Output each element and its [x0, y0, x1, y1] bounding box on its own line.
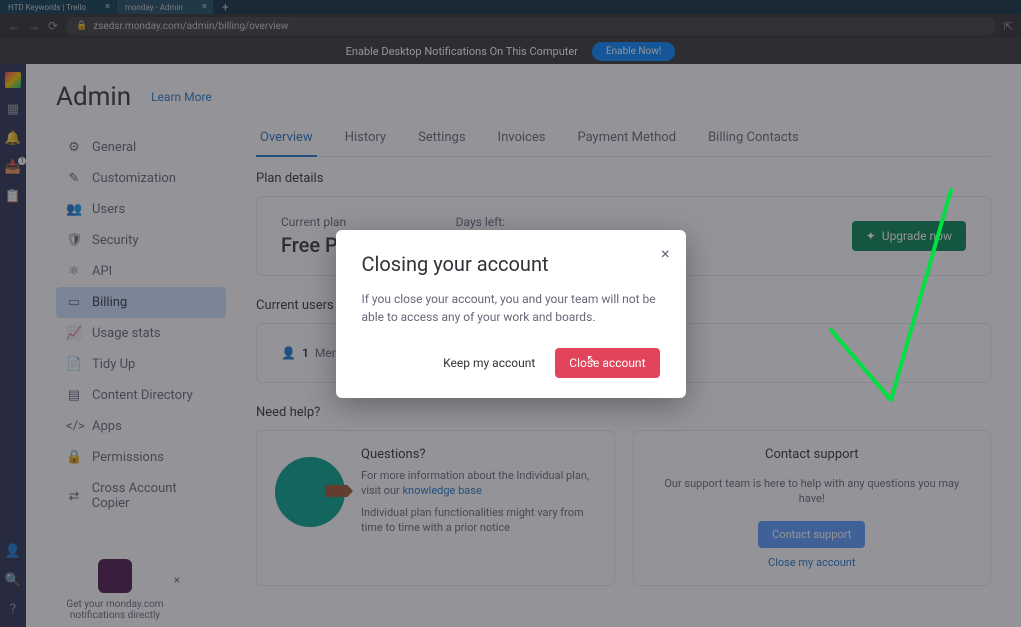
modal-title: Closing your account — [362, 252, 660, 276]
close-account-label: Close account — [569, 356, 645, 370]
modal-overlay[interactable]: × Closing your account If you close your… — [0, 0, 1021, 627]
modal-close-button[interactable]: × — [661, 244, 670, 263]
modal-actions: Keep my account Close account ↖ — [362, 348, 660, 378]
keep-account-button[interactable]: Keep my account — [433, 348, 545, 378]
close-account-modal: × Closing your account If you close your… — [336, 230, 686, 398]
close-account-button[interactable]: Close account ↖ — [555, 348, 659, 378]
modal-text: If you close your account, you and your … — [362, 290, 660, 326]
